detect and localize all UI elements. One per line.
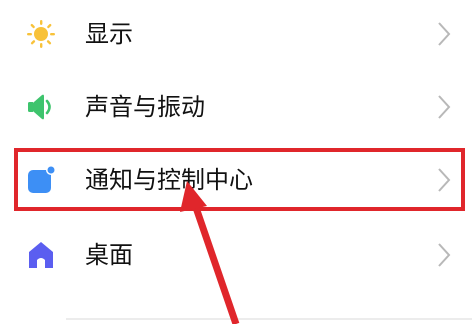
sun-icon xyxy=(27,20,55,48)
chevron-right-icon xyxy=(438,22,451,46)
settings-item-label: 通知与控制中心 xyxy=(85,166,253,194)
settings-item-label: 桌面 xyxy=(85,241,133,269)
chevron-right-icon xyxy=(438,243,451,267)
settings-item-sound-vibration[interactable]: 声音与振动 xyxy=(0,75,472,139)
speaker-icon xyxy=(28,94,51,120)
settings-item-label: 声音与振动 xyxy=(85,93,205,121)
notification-square-icon xyxy=(28,165,56,193)
home-icon xyxy=(29,242,53,268)
settings-screen: 显示 声音与振动 通知与控制中心 桌面 xyxy=(0,0,472,324)
chevron-right-icon xyxy=(438,168,451,192)
settings-item-notification-control-center[interactable]: 通知与控制中心 xyxy=(0,148,472,212)
settings-item-desktop[interactable]: 桌面 xyxy=(0,223,472,287)
settings-item-label: 显示 xyxy=(85,20,133,48)
settings-item-display[interactable]: 显示 xyxy=(0,2,472,66)
chevron-right-icon xyxy=(438,95,451,119)
list-divider xyxy=(66,318,472,320)
